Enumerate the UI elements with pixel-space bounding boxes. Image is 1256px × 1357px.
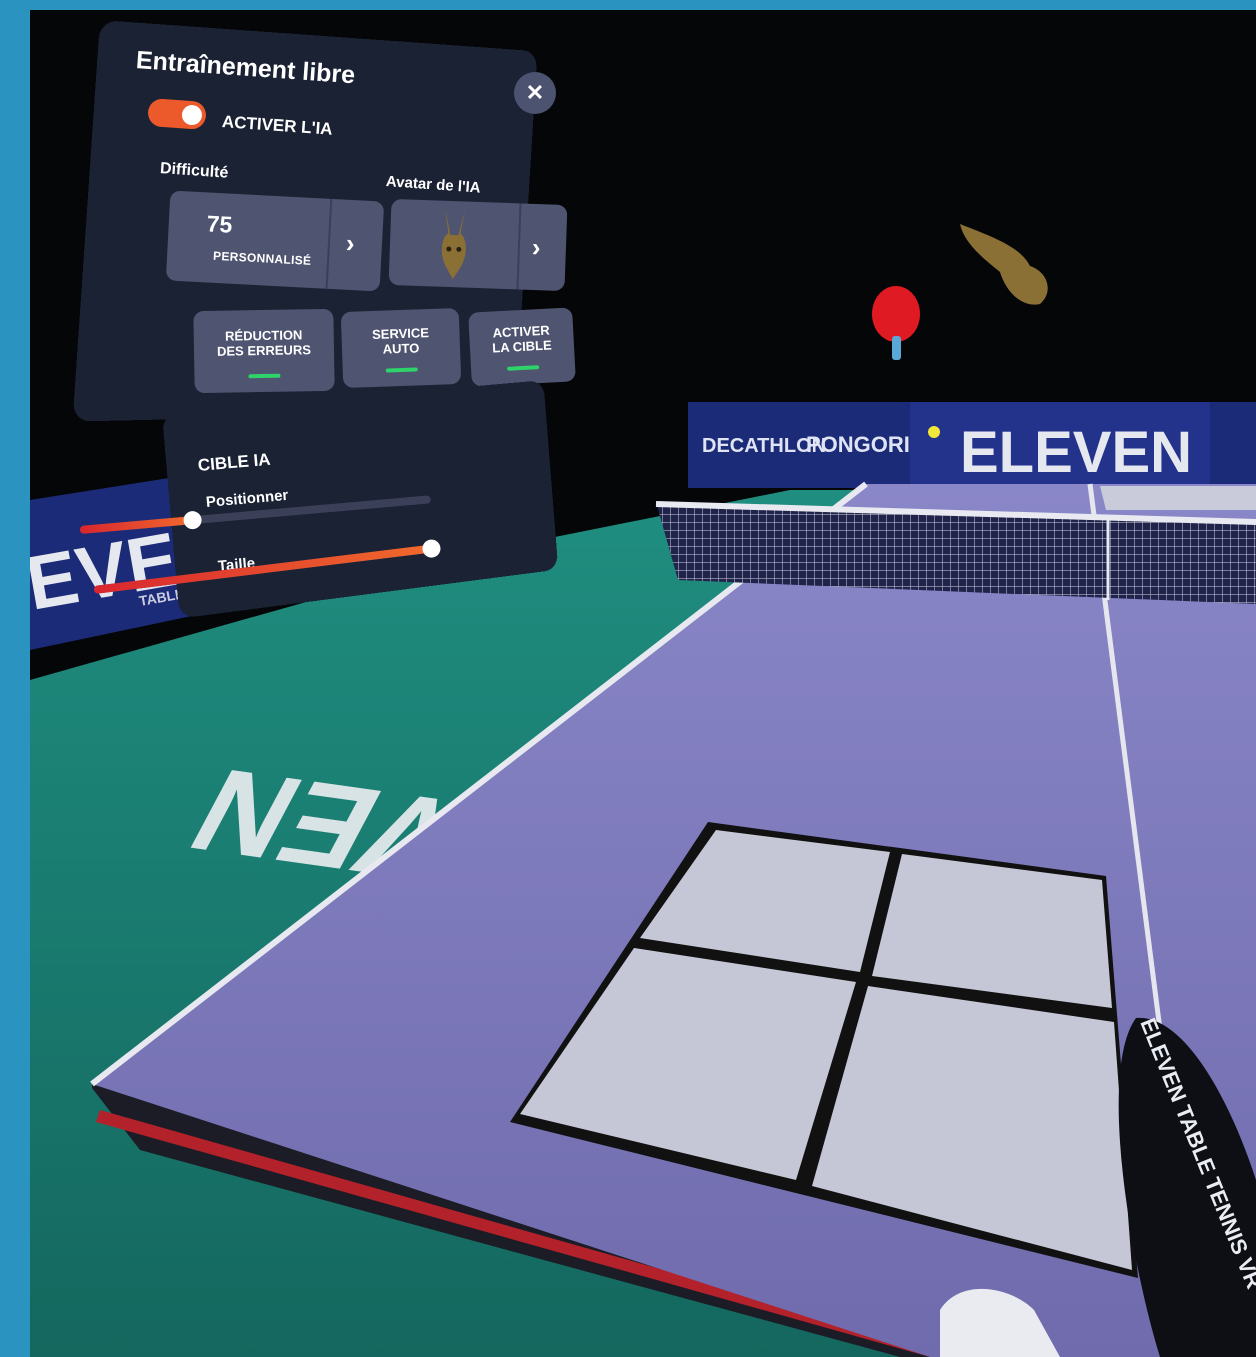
banner-logo-text: ELEVEN bbox=[960, 420, 1192, 485]
avatar-selector[interactable]: › bbox=[388, 198, 568, 292]
back-banner: DECATHLON PONGORI ELEVEN bbox=[688, 402, 1256, 488]
option-line2: LA CIBLE bbox=[491, 337, 553, 356]
game-viewport: DECATHLON PONGORI ELEVEN EVE TABLE ELEVE… bbox=[30, 10, 1256, 1357]
enabled-indicator bbox=[507, 365, 540, 371]
option-line1: SERVICE bbox=[371, 325, 430, 342]
banner-sub-text: PONGORI bbox=[806, 432, 910, 457]
ball bbox=[928, 426, 940, 438]
chevron-right-icon[interactable]: › bbox=[345, 228, 355, 259]
error-reduction-button[interactable]: RÉDUCTION DES ERREURS bbox=[193, 308, 335, 394]
difficulty-value: 75 bbox=[206, 210, 234, 238]
ai-toggle[interactable] bbox=[147, 98, 207, 130]
free-training-panel: Entraînement libre ✕ ACTIVER L'IA Diffic… bbox=[72, 20, 600, 422]
close-icon: ✕ bbox=[525, 80, 545, 105]
chevron-right-icon[interactable]: › bbox=[531, 232, 541, 263]
option-line1: RÉDUCTION bbox=[224, 327, 303, 344]
difficulty-selector[interactable]: 75 PERSONNALISÉ › bbox=[165, 190, 385, 292]
option-line2: AUTO bbox=[382, 340, 420, 357]
difficulty-mode: PERSONNALISÉ bbox=[212, 248, 312, 268]
enabled-indicator bbox=[385, 367, 418, 373]
auto-serve-button[interactable]: SERVICE AUTO bbox=[340, 307, 462, 389]
divider bbox=[516, 203, 522, 290]
toggle-knob bbox=[181, 104, 203, 126]
option-line2: DES ERREURS bbox=[216, 342, 312, 359]
activate-target-button[interactable]: ACTIVER LA CIBLE bbox=[468, 307, 576, 387]
enabled-indicator bbox=[248, 373, 281, 379]
divider bbox=[325, 198, 333, 289]
close-button[interactable]: ✕ bbox=[514, 72, 556, 114]
rabbit-avatar-icon bbox=[441, 208, 466, 280]
